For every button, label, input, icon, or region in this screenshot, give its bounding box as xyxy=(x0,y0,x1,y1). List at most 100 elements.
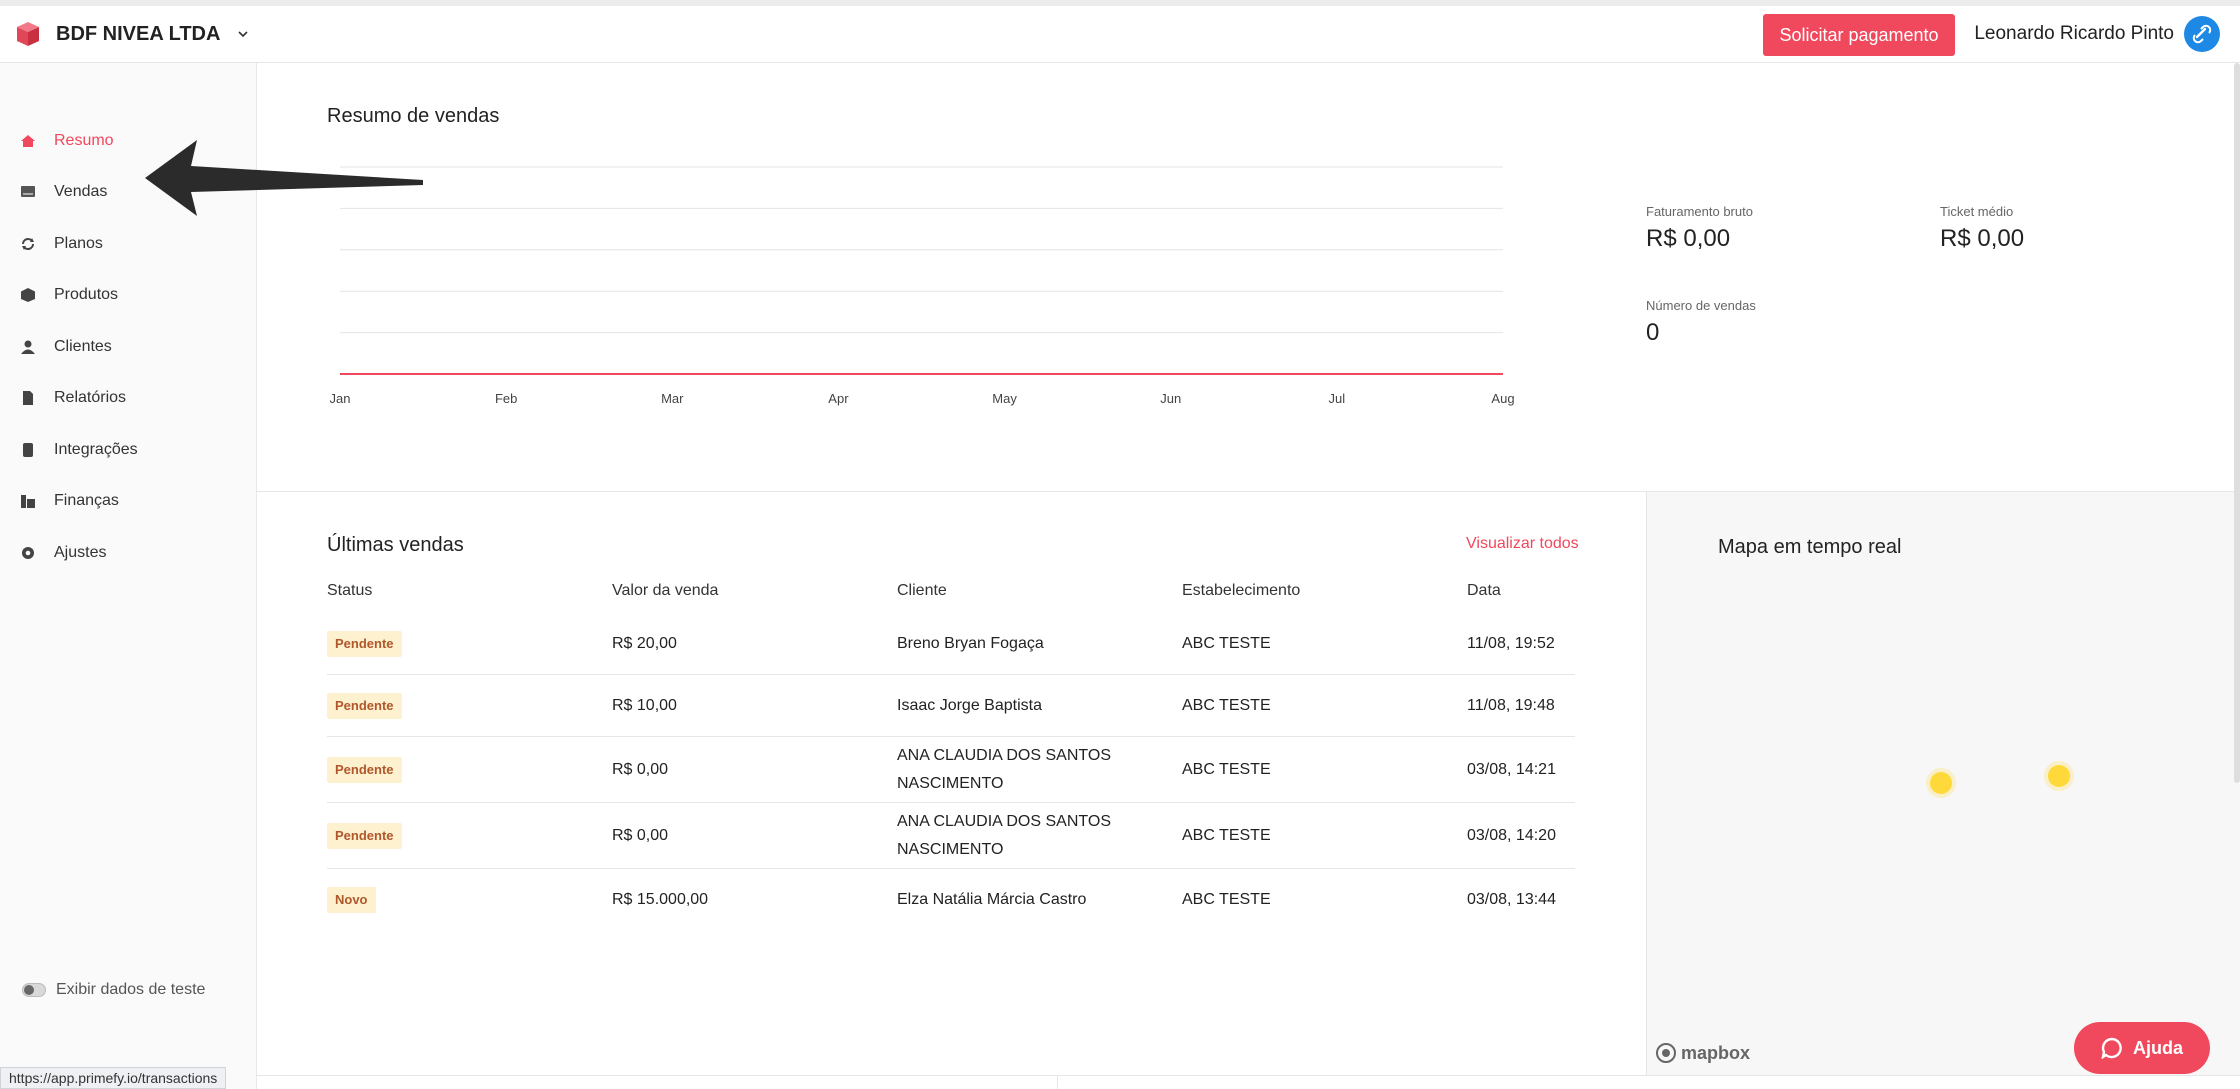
status-badge: Pendente xyxy=(327,630,402,657)
sidebar-item-relatorios[interactable]: Relatórios xyxy=(0,373,257,425)
client-cell: Isaac Jorge Baptista xyxy=(897,696,1042,714)
mapbox-label: mapbox xyxy=(1681,1042,1751,1063)
date-cell: 03/08, 14:21 xyxy=(1467,760,1556,778)
kpi-count: Número de vendas 0 xyxy=(1646,298,1756,347)
top-bar: BDF NIVEA LTDA Solicitar pagamento Leona… xyxy=(0,0,2240,63)
view-all-link[interactable]: Visualizar todos xyxy=(1466,535,1579,553)
establishment-cell: ABC TESTE xyxy=(1182,696,1271,714)
latest-sales-title: Últimas vendas xyxy=(327,534,464,556)
finance-icon xyxy=(20,493,36,509)
sidebar-item-ajustes[interactable]: Ajustes xyxy=(0,527,257,579)
x-tick-label: May xyxy=(992,391,1017,406)
sales-line-chart: Jan Feb Mar Apr May Jun Jul Aug xyxy=(330,166,1515,406)
bottom-divider xyxy=(1057,1075,1058,1089)
app-root: BDF NIVEA LTDA Solicitar pagamento Leona… xyxy=(0,0,2240,1089)
bottom-panels xyxy=(257,1075,2240,1089)
client-cell: ANA CLAUDIA DOS SANTOS NASCIMENTO xyxy=(897,746,1111,792)
status-cell: Pendente xyxy=(327,630,612,658)
status-cell: Novo xyxy=(327,886,612,914)
link-icon xyxy=(2192,24,2212,44)
kpi-count-label: Número de vendas xyxy=(1646,298,1756,313)
table-row[interactable]: Pendente R$ 0,00 ANA CLAUDIA DOS SANTOS … xyxy=(327,803,1575,869)
table-row[interactable]: Pendente R$ 10,00 Isaac Jorge Baptista A… xyxy=(327,675,1575,737)
kpi-ticket-value: R$ 0,00 xyxy=(1940,225,2025,252)
mapbox-logo-icon xyxy=(1656,1043,1676,1063)
report-icon xyxy=(20,390,36,406)
header-establishment: Estabelecimento xyxy=(1182,582,1301,599)
x-tick-label: Mar xyxy=(661,391,684,406)
x-tick-label: Jul xyxy=(1329,391,1346,406)
integration-icon xyxy=(20,442,36,458)
date-cell: 11/08, 19:52 xyxy=(1467,634,1555,652)
sidebar-item-label: Clientes xyxy=(54,337,112,355)
kpi-ticket-label: Ticket médio xyxy=(1940,204,2014,219)
value-cell: R$ 10,00 xyxy=(612,696,677,714)
test-data-toggle-label: Exibir dados de teste xyxy=(56,981,206,998)
x-tick-label: Jun xyxy=(1160,391,1181,406)
sidebar-item-planos[interactable]: Planos xyxy=(0,218,257,270)
establishment-cell: ABC TESTE xyxy=(1182,891,1271,908)
chevron-down-icon xyxy=(238,31,249,38)
test-data-toggle[interactable]: Exibir dados de teste xyxy=(22,981,205,999)
header-value: Valor da venda xyxy=(612,582,719,599)
x-tick-label: Feb xyxy=(495,391,517,406)
kpi-gross: Faturamento bruto R$ 0,00 xyxy=(1646,204,1753,253)
sidebar-item-label: Finanças xyxy=(54,492,119,510)
establishment-cell: ABC TESTE xyxy=(1182,760,1271,778)
establishment-cell: ABC TESTE xyxy=(1182,634,1271,652)
table-row[interactable]: Pendente R$ 0,00 ANA CLAUDIA DOS SANTOS … xyxy=(327,737,1575,803)
company-name: BDF NIVEA LTDA xyxy=(56,22,221,45)
user-menu[interactable]: Leonardo Ricardo Pinto xyxy=(1974,16,2220,52)
sidebar-item-label: Relatórios xyxy=(54,389,127,407)
sidebar-item-label: Resumo xyxy=(54,131,114,149)
kpi-gross-label: Faturamento bruto xyxy=(1646,204,1753,219)
sidebar-item-financas[interactable]: Finanças xyxy=(0,476,257,528)
mapbox-attribution[interactable]: mapbox xyxy=(1655,1042,1750,1064)
header-status: Status xyxy=(327,582,373,599)
company-selector[interactable]: BDF NIVEA LTDA xyxy=(14,20,250,48)
client-cell: Breno Bryan Fogaça xyxy=(897,634,1044,652)
browser-status-url: https://app.primefy.io/transactions xyxy=(0,1067,227,1089)
client-cell: ANA CLAUDIA DOS SANTOS NASCIMENTO xyxy=(897,812,1111,858)
value-cell: R$ 20,00 xyxy=(612,634,677,652)
sidebar-item-produtos[interactable]: Produtos xyxy=(0,270,257,322)
toggle-switch[interactable] xyxy=(22,983,46,997)
gear-icon xyxy=(20,545,36,561)
kpi-count-value: 0 xyxy=(1646,319,1660,346)
status-cell: Pendente xyxy=(327,822,612,850)
sidebar-item-label: Integrações xyxy=(54,440,138,458)
table-row[interactable]: Pendente R$ 20,00 Breno Bryan Fogaça ABC… xyxy=(327,613,1575,675)
latest-sales-panel: Últimas vendas Visualizar todos Status V… xyxy=(257,492,1646,1075)
map-marker[interactable] xyxy=(2048,765,2070,787)
value-cell: R$ 0,00 xyxy=(612,760,669,778)
realtime-map[interactable]: Mapa em tempo real mapbox xyxy=(1646,492,2240,1075)
page-scrollbar[interactable] xyxy=(2234,63,2240,783)
refresh-icon xyxy=(20,236,36,252)
request-payment-button[interactable]: Solicitar pagamento xyxy=(1763,14,1955,56)
value-cell: R$ 15.000,00 xyxy=(612,891,709,908)
status-cell: Pendente xyxy=(327,756,612,784)
table-row[interactable]: Novo R$ 15.000,00 Elza Natália Márcia Ca… xyxy=(327,869,1575,931)
user-name: Leonardo Ricardo Pinto xyxy=(1974,23,2174,44)
chat-icon xyxy=(2101,1037,2122,1059)
sales-table: Status Valor da venda Cliente Estabeleci… xyxy=(327,569,1575,931)
date-cell: 11/08, 19:48 xyxy=(1467,696,1555,714)
sidebar-item-clientes[interactable]: Clientes xyxy=(0,321,257,373)
avatar xyxy=(2184,16,2220,52)
status-badge: Pendente xyxy=(327,822,402,849)
date-cell: 03/08, 14:20 xyxy=(1467,826,1556,844)
map-title: Mapa em tempo real xyxy=(1718,536,1902,558)
status-cell: Pendente xyxy=(327,692,612,720)
x-tick-label: Apr xyxy=(828,391,849,406)
help-button[interactable]: Ajuda xyxy=(2074,1022,2210,1074)
header-date: Data xyxy=(1467,582,1501,599)
brand-logo-icon xyxy=(17,22,39,46)
value-cell: R$ 0,00 xyxy=(612,826,669,844)
status-badge: Novo xyxy=(327,887,376,913)
user-icon xyxy=(20,339,36,355)
box-icon xyxy=(20,287,36,303)
sidebar-item-integracoes[interactable]: Integrações xyxy=(0,424,257,476)
sidebar-item-label: Vendas xyxy=(54,183,108,201)
map-marker[interactable] xyxy=(1930,772,1952,794)
sidebar-item-label: Ajustes xyxy=(54,543,107,561)
